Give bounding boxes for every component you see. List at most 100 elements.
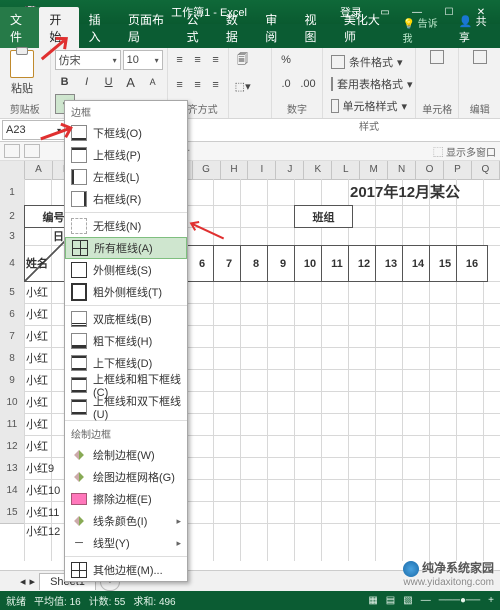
row-header-11[interactable]: 11 bbox=[0, 413, 25, 436]
inc-decimal-button[interactable]: .0 bbox=[276, 74, 296, 94]
tab-formula[interactable]: 公式 bbox=[177, 7, 216, 48]
tab-review[interactable]: 审阅 bbox=[255, 7, 294, 48]
draw-border-item-pencil-0[interactable]: 绘制边框(W) bbox=[65, 444, 187, 466]
row-header-10[interactable]: 10 bbox=[0, 391, 25, 414]
row-header-9[interactable]: 9 bbox=[0, 369, 25, 392]
name-box[interactable]: A23▾ bbox=[2, 120, 65, 140]
row-header-13[interactable]: 13 bbox=[0, 457, 25, 480]
border-pencil-icon bbox=[71, 469, 87, 485]
increase-font-button[interactable]: A bbox=[121, 72, 141, 92]
status-avg: 平均值: 16 bbox=[34, 593, 81, 608]
multi-window-toggle[interactable]: ⬚ 显示多窗口 bbox=[433, 144, 496, 159]
view-tab-2[interactable] bbox=[24, 144, 40, 158]
row-header-6[interactable]: 6 bbox=[0, 303, 25, 326]
border-item-dbl-bot-0[interactable]: 双底框线(B) bbox=[65, 308, 187, 330]
tab-nav-next-icon[interactable]: ▸ bbox=[30, 575, 36, 588]
tab-view[interactable]: 视图 bbox=[295, 7, 334, 48]
align-right-button[interactable]: ≡ bbox=[208, 75, 224, 95]
font-name-combo[interactable]: 仿宋▾ bbox=[55, 50, 121, 70]
border-item-right-3[interactable]: 右框线(R) bbox=[65, 188, 187, 210]
col-header-K[interactable]: K bbox=[304, 161, 332, 179]
percent-button[interactable]: % bbox=[276, 50, 296, 70]
border-item-none-0[interactable]: 无框线(N) bbox=[65, 215, 187, 237]
col-header-M[interactable]: M bbox=[360, 161, 388, 179]
row-header-7[interactable]: 7 bbox=[0, 325, 25, 348]
row-header-14[interactable]: 14 bbox=[0, 479, 25, 502]
cond-format-button[interactable]: 条件格式▾ bbox=[327, 52, 411, 72]
zoom-slider[interactable]: ───●── bbox=[439, 595, 480, 606]
decrease-font-button[interactable]: A bbox=[143, 72, 163, 92]
col-header-J[interactable]: J bbox=[276, 161, 304, 179]
editing-icon bbox=[473, 50, 487, 64]
tab-file[interactable]: 文件 bbox=[0, 7, 39, 48]
border-item-outside-2[interactable]: 外侧框线(S) bbox=[65, 259, 187, 281]
italic-button[interactable]: I bbox=[77, 72, 97, 92]
header-name[interactable]: 姓名 bbox=[24, 245, 54, 280]
align-mid-button[interactable]: ≡ bbox=[190, 50, 206, 70]
row-header-3[interactable]: 3 bbox=[0, 227, 25, 246]
header-day-16[interactable]: 16 bbox=[456, 245, 488, 282]
col-header-P[interactable]: P bbox=[444, 161, 472, 179]
border-item-all-1[interactable]: 所有框线(A) bbox=[65, 237, 187, 259]
row-header-2[interactable]: 2 bbox=[0, 205, 25, 228]
col-header-N[interactable]: N bbox=[388, 161, 416, 179]
paste-button[interactable]: 粘贴 bbox=[4, 50, 40, 96]
border-item-top-1[interactable]: 上框线(P) bbox=[65, 144, 187, 166]
editing-button[interactable] bbox=[463, 50, 496, 64]
cell-styles-button[interactable]: 单元格样式▾ bbox=[327, 96, 411, 116]
tab-layout[interactable]: 页面布局 bbox=[118, 7, 177, 48]
border-right-icon bbox=[71, 191, 87, 207]
more-borders-item[interactable]: 其他边框(M)... bbox=[65, 559, 187, 581]
view-normal-icon[interactable]: ▦ bbox=[368, 595, 377, 606]
col-header-O[interactable]: O bbox=[416, 161, 444, 179]
cells-button[interactable] bbox=[420, 50, 454, 64]
draw-border-item-pencil-1[interactable]: 绘图边框网格(G) bbox=[65, 466, 187, 488]
tab-beautify[interactable]: 美化大师 bbox=[334, 7, 393, 48]
draw-border-item-line-4[interactable]: ─线型(Y)▸ bbox=[65, 532, 187, 554]
border-item-bottom-0[interactable]: 下框线(O) bbox=[65, 122, 187, 144]
dec-decimal-button[interactable]: .00 bbox=[298, 74, 318, 94]
border-item-thick-bot-1[interactable]: 粗下框线(H) bbox=[65, 330, 187, 352]
col-header-L[interactable]: L bbox=[332, 161, 360, 179]
col-header-H[interactable]: H bbox=[221, 161, 249, 179]
draw-border-item-pencil-3[interactable]: 线条颜色(I)▸ bbox=[65, 510, 187, 532]
tab-home[interactable]: 开始 bbox=[39, 7, 78, 48]
view-tab-1[interactable] bbox=[4, 144, 20, 158]
select-all-corner[interactable] bbox=[0, 161, 25, 179]
draw-border-item-eraser-2[interactable]: 擦除边框(E) bbox=[65, 488, 187, 510]
view-layout-icon[interactable]: ▤ bbox=[386, 595, 395, 606]
tab-data[interactable]: 数据 bbox=[216, 7, 255, 48]
tab-insert[interactable]: 插入 bbox=[79, 7, 118, 48]
row-header-15[interactable]: 15 bbox=[0, 501, 25, 524]
bold-button[interactable]: B bbox=[55, 72, 75, 92]
zoom-out-button[interactable]: — bbox=[421, 595, 431, 606]
tell-me[interactable]: 💡 告诉我 bbox=[392, 11, 448, 48]
tab-nav-prev-icon[interactable]: ◂ bbox=[20, 575, 26, 588]
sheet-title[interactable]: 2017年12月某公 bbox=[348, 179, 500, 204]
align-center-button[interactable]: ≡ bbox=[190, 75, 206, 95]
border-item-tb-4[interactable]: 上框线和双下框线(U) bbox=[65, 396, 187, 418]
underline-button[interactable]: U bbox=[99, 72, 119, 92]
align-top-button[interactable]: ≡ bbox=[172, 50, 188, 70]
row-header-4[interactable]: 4 bbox=[0, 245, 25, 282]
col-header-A[interactable]: A bbox=[25, 161, 53, 179]
col-header-G[interactable]: G bbox=[193, 161, 221, 179]
header-team[interactable]: 班组 bbox=[294, 205, 353, 228]
border-item-left-2[interactable]: 左框线(L) bbox=[65, 166, 187, 188]
border-item-thick-3[interactable]: 粗外侧框线(T) bbox=[65, 281, 187, 303]
share-button[interactable]: 👤 共享 bbox=[449, 9, 500, 48]
col-header-I[interactable]: I bbox=[248, 161, 276, 179]
row-header-5[interactable]: 5 bbox=[0, 281, 25, 304]
col-header-Q[interactable]: Q bbox=[472, 161, 500, 179]
align-bot-button[interactable]: ≡ bbox=[208, 50, 224, 70]
zoom-in-button[interactable]: + bbox=[488, 595, 494, 606]
font-size-combo[interactable]: 10▾ bbox=[123, 50, 163, 70]
row-header-8[interactable]: 8 bbox=[0, 347, 25, 370]
table-format-button[interactable]: 套用表格格式▾ bbox=[327, 74, 411, 94]
row-header-1[interactable]: 1 bbox=[0, 179, 25, 206]
merge-button[interactable]: ⬚▾ bbox=[233, 77, 253, 97]
view-pagebreak-icon[interactable]: ▧ bbox=[403, 595, 412, 606]
row-header-12[interactable]: 12 bbox=[0, 435, 25, 458]
align-left-button[interactable]: ≡ bbox=[172, 75, 188, 95]
wrap-text-button[interactable]: 🗐 bbox=[233, 50, 253, 70]
